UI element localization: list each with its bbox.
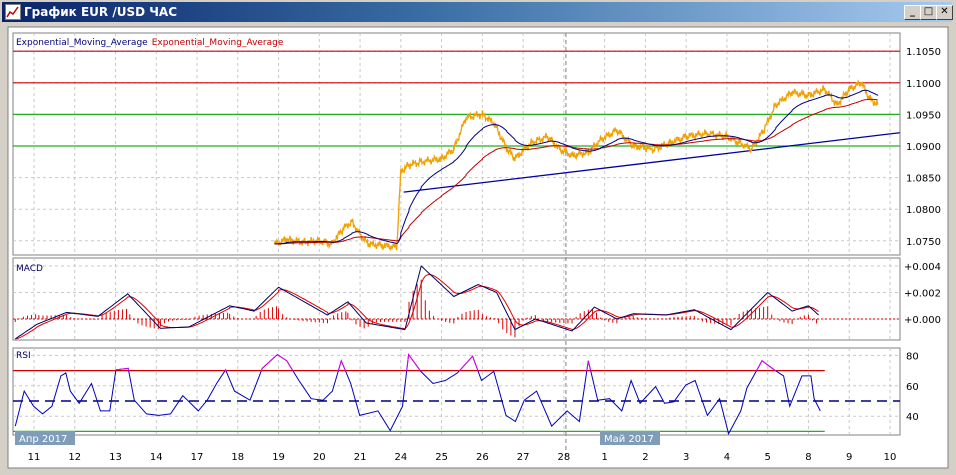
maximize-icon: □ xyxy=(923,6,934,17)
month-tag: Май 2017 xyxy=(604,434,654,445)
price-tick-label: 1.0850 xyxy=(906,174,941,185)
maximize-button[interactable]: □ xyxy=(920,5,937,20)
macd-tick-label: +0.002 xyxy=(904,289,941,300)
rsi-label: RSI xyxy=(16,351,31,361)
rsi-tick-label: 60 xyxy=(906,382,919,393)
title-bar[interactable]: График EUR /USD ЧАС _ □ ✕ xyxy=(2,2,953,22)
chart-canvas[interactable]: 11 12 13 14 17 18 19 20 21 24 25 26 27 28 1 2 3 4 5 8 9 101.1… xyxy=(0,0,956,475)
x-tick-label: 27 xyxy=(517,452,530,463)
x-tick-label: 18 xyxy=(231,452,244,463)
legend-ema-slow: Exponential_Moving_Average xyxy=(152,38,284,48)
rsi-panel xyxy=(12,347,901,436)
price-tick-label: 1.0750 xyxy=(906,237,941,248)
macd-label: MACD xyxy=(16,264,43,274)
rsi-tick-label: 40 xyxy=(906,412,919,423)
macd-panel xyxy=(12,257,901,341)
x-tick-label: 8 xyxy=(805,452,811,463)
x-tick-label: 25 xyxy=(435,452,448,463)
x-tick-label: 10 xyxy=(884,452,897,463)
macd-tick-label: +0.000 xyxy=(904,315,941,326)
x-tick-label: 28 xyxy=(558,452,571,463)
x-tick-label: 12 xyxy=(68,452,81,463)
price-tick-label: 1.0800 xyxy=(906,205,941,216)
minimize-icon: _ xyxy=(910,6,915,17)
x-tick-label: 3 xyxy=(683,452,689,463)
x-tick-label: 5 xyxy=(764,452,770,463)
price-tick-label: 1.1050 xyxy=(906,47,941,58)
price-tick-label: 1.0900 xyxy=(906,142,941,153)
x-tick-label: 13 xyxy=(109,452,122,463)
price-tick-label: 1.1000 xyxy=(906,79,941,90)
window-title: График EUR /USD ЧАС xyxy=(24,5,178,19)
x-tick-label: 20 xyxy=(313,452,326,463)
x-tick-label: 11 xyxy=(28,452,41,463)
x-tick-label: 1 xyxy=(601,452,607,463)
month-tag: Апр 2017 xyxy=(19,434,67,445)
chart-window-icon xyxy=(5,4,21,20)
x-tick-label: 4 xyxy=(724,452,730,463)
rsi-tick-label: 80 xyxy=(906,351,919,362)
close-icon: ✕ xyxy=(940,6,949,17)
x-tick-label: 9 xyxy=(846,452,852,463)
x-tick-label: 2 xyxy=(642,452,648,463)
minimize-button[interactable]: _ xyxy=(904,5,921,20)
x-tick-label: 19 xyxy=(272,452,285,463)
x-tick-label: 17 xyxy=(191,452,204,463)
legend-ema-fast: Exponential_Moving_Average xyxy=(16,38,148,48)
macd-tick-label: +0.004 xyxy=(904,262,941,273)
x-tick-label: 21 xyxy=(354,452,367,463)
close-button[interactable]: ✕ xyxy=(936,5,953,20)
x-tick-label: 14 xyxy=(150,452,163,463)
x-tick-label: 26 xyxy=(476,452,489,463)
price-tick-label: 1.0950 xyxy=(906,110,941,121)
x-tick-label: 24 xyxy=(394,452,407,463)
